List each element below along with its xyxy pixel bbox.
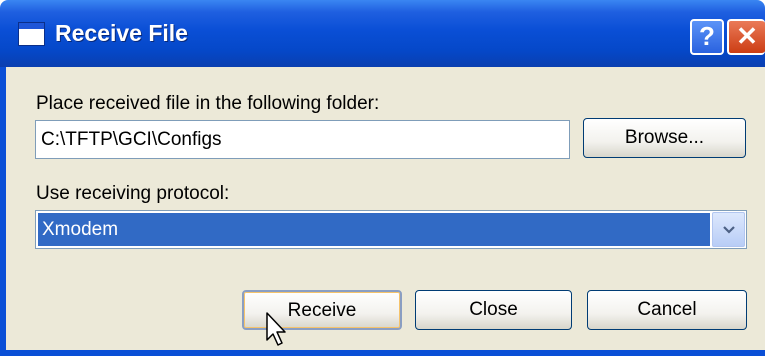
window-frame-bottom <box>0 350 765 356</box>
close-window-button[interactable]: ✕ <box>727 19 765 55</box>
folder-path-field[interactable]: C:\TFTP\GCI\Configs <box>35 120 570 159</box>
chevron-down-icon <box>723 226 735 234</box>
folder-label: Place received file in the following fol… <box>36 93 380 114</box>
browse-button[interactable]: Browse... <box>583 118 746 158</box>
window-title: Receive File <box>55 20 188 46</box>
window-icon <box>18 22 45 46</box>
receive-file-dialog: Receive File ? ✕ Place received file in … <box>0 0 765 356</box>
mouse-pointer-icon <box>266 312 286 346</box>
title-bar[interactable]: Receive File ? ✕ <box>0 0 765 67</box>
close-button[interactable]: Close <box>415 290 572 330</box>
cancel-button[interactable]: Cancel <box>587 290 747 330</box>
dropdown-arrow-button[interactable] <box>712 212 745 247</box>
protocol-selected-value: Xmodem <box>38 213 710 246</box>
help-icon: ? <box>699 21 715 51</box>
close-icon: ✕ <box>736 21 758 51</box>
protocol-label: Use receiving protocol: <box>36 183 230 204</box>
help-button[interactable]: ? <box>690 19 724 55</box>
protocol-select[interactable]: Xmodem <box>35 210 747 249</box>
